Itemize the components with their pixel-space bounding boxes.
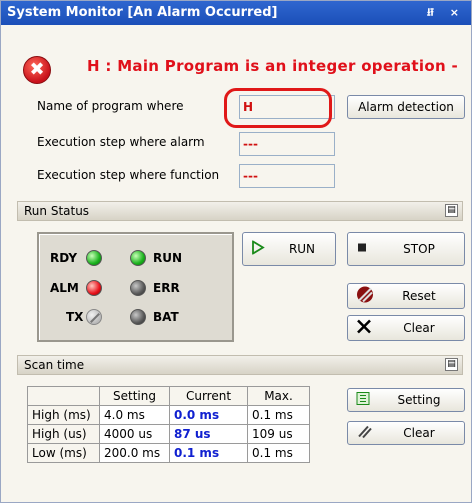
table-cell: High (us) <box>27 424 100 444</box>
table-cell: 0.1 ms <box>169 443 248 463</box>
reset-icon <box>356 286 374 307</box>
table-cell: 109 us <box>247 424 310 444</box>
run-status-pin-icon[interactable]: ▤ <box>445 204 458 217</box>
table-cell: Low (ms) <box>27 443 100 463</box>
led-label-tx: TX <box>66 310 84 324</box>
table-cell: 4.0 ms <box>99 405 170 425</box>
title-bar-buttons[interactable]: ⭿ × <box>427 1 465 25</box>
scan-table-header-row: Setting Current Max. <box>27 386 310 406</box>
scan-time-pin-icon[interactable]: ▤ <box>445 358 458 371</box>
alarm-error-icon: ✖ <box>23 56 51 84</box>
led-err-icon <box>130 280 146 296</box>
stop-button-label: STOP <box>403 242 435 256</box>
system-monitor-window: System Monitor [An Alarm Occurred] ⭿ × ✖… <box>0 0 472 503</box>
scan-time-header[interactable]: Scan time ▤ <box>17 355 463 375</box>
scan-time-table: Setting Current Max. High (ms) 4.0 ms 0.… <box>27 386 310 463</box>
scan-col-header: Max. <box>247 386 310 406</box>
play-icon <box>251 239 265 258</box>
run-status-title: Run Status <box>24 204 90 218</box>
table-cell: 0.1 ms <box>247 443 310 463</box>
scan-col-header: Setting <box>99 386 170 406</box>
scan-col-header <box>27 386 100 406</box>
clear-button[interactable]: Clear <box>347 315 465 341</box>
function-step-label: Execution step where function <box>37 168 220 182</box>
led-label-run: RUN <box>153 251 183 265</box>
led-label-err: ERR <box>153 281 180 295</box>
reset-button-label: Reset <box>402 289 436 303</box>
table-row: High (ms) 4.0 ms 0.0 ms 0.1 ms <box>27 405 310 425</box>
led-tx-icon <box>86 309 102 325</box>
stop-button[interactable]: STOP <box>347 232 465 266</box>
scan-time-title: Scan time <box>24 358 85 372</box>
table-row: Low (ms) 200.0 ms 0.1 ms 0.1 ms <box>27 443 310 463</box>
settings-sheet-icon <box>356 392 370 409</box>
scan-setting-button-label: Setting <box>397 393 441 407</box>
led-panel: RDY RUN ALM ERR TX BAT <box>37 232 234 342</box>
reset-button[interactable]: Reset <box>347 283 465 309</box>
alarm-step-label: Execution step where alarm <box>37 135 205 149</box>
led-label-alm: ALM <box>50 281 79 295</box>
run-button-label: RUN <box>288 242 316 256</box>
clear-button-label: Clear <box>403 321 435 335</box>
led-label-rdy: RDY <box>50 251 78 265</box>
table-cell: 0.1 ms <box>247 405 310 425</box>
eraser-icon <box>356 425 372 442</box>
led-alm-icon <box>86 280 102 296</box>
program-name-highlight <box>224 88 332 128</box>
table-row: High (us) 4000 us 87 us 109 us <box>27 424 310 444</box>
window-title: System Monitor [An Alarm Occurred] <box>7 5 278 20</box>
clear-x-icon <box>356 319 372 338</box>
title-bar[interactable]: System Monitor [An Alarm Occurred] ⭿ × <box>1 1 471 25</box>
led-rdy-icon <box>86 250 102 266</box>
program-name-label: Name of program where <box>37 99 184 113</box>
scan-clear-button[interactable]: Clear <box>347 421 465 445</box>
table-cell: 4000 us <box>99 424 170 444</box>
led-run-icon <box>130 250 146 266</box>
table-cell: 0.0 ms <box>169 405 248 425</box>
scan-clear-button-label: Clear <box>403 426 435 440</box>
function-step-field: --- <box>239 164 335 188</box>
led-label-bat: BAT <box>153 310 179 324</box>
alarm-step-field: --- <box>239 132 335 156</box>
run-button[interactable]: RUN <box>242 232 336 266</box>
alarm-message: H : Main Program is an integer operation… <box>87 57 458 75</box>
scan-setting-button[interactable]: Setting <box>347 388 465 412</box>
table-cell: High (ms) <box>27 405 100 425</box>
alarm-detection-button[interactable]: Alarm detection <box>347 95 465 119</box>
table-cell: 87 us <box>169 424 248 444</box>
scan-col-header: Current <box>169 386 248 406</box>
led-bat-icon <box>130 309 146 325</box>
table-cell: 200.0 ms <box>99 443 170 463</box>
stop-icon <box>356 242 368 257</box>
run-status-header[interactable]: Run Status ▤ <box>17 201 463 221</box>
